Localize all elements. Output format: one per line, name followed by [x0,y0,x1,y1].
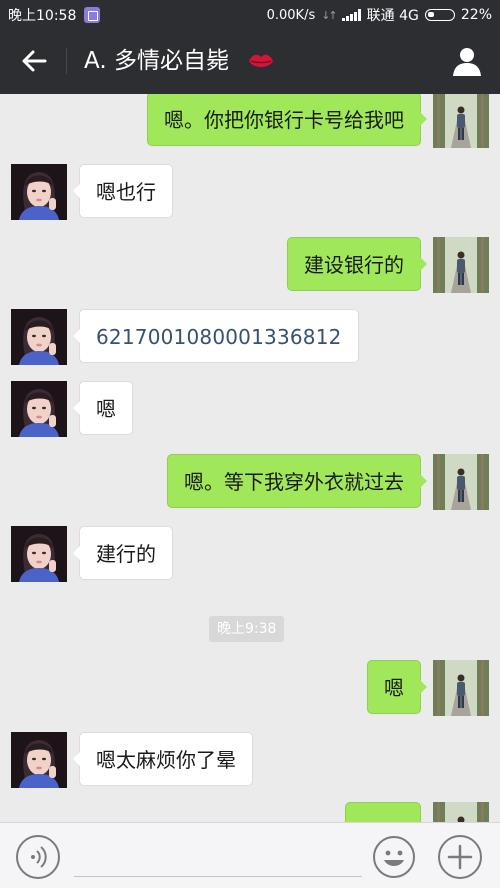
status-bar: 晚上10:58 0.00K/s ↓↑ 联通 4G 22% [0,0,500,28]
avatar-self[interactable] [433,660,489,716]
more-button[interactable] [438,835,482,879]
input-bar [0,822,500,888]
battery-percent: 22% [460,7,492,23]
message-bubble-received-number[interactable]: 6217001080001336812 [73,309,359,363]
message-list[interactable]: 嗯。你把你银行卡号给我吧 嗯也行 建设银行的 62170010800013368… [0,94,500,822]
message-bubble-sent[interactable]: 嗯 [367,660,427,714]
avatar-contact[interactable] [11,309,67,365]
message-bubble-sent[interactable]: 建设银行的 [287,237,427,291]
message-bubble-received[interactable]: 嗯太麻烦你了晕 [73,732,253,786]
message-bubble-received[interactable]: 建行的 [73,526,173,580]
emoji-button[interactable] [372,835,416,879]
voice-icon [31,846,47,868]
avatar-self[interactable] [433,237,489,293]
profile-button[interactable] [450,44,484,78]
message-bubble-received[interactable]: 嗯也行 [73,164,173,218]
plus-icon [447,844,473,870]
message-timestamp: 晚上9:38 [209,616,285,642]
avatar-contact[interactable] [11,381,67,437]
chat-header: A. 多情必自毙 [0,28,500,94]
voice-button[interactable] [16,835,60,879]
chat-title: A. 多情必自毙 [84,48,229,74]
header-divider [66,48,67,74]
avatar-self[interactable] [433,454,489,510]
signal-icon [341,9,361,21]
message-input[interactable] [74,843,362,877]
avatar-contact[interactable] [11,526,67,582]
lips-icon [249,54,273,67]
message-bubble-sent[interactable]: 嗯。等下我穿外衣就过去 [167,454,427,508]
message-bubble-sent[interactable]: 嗯。你把你银行卡号给我吧 [147,94,427,146]
network-speed: 0.00K/s [266,7,316,23]
app-notification-icon [84,7,101,23]
carrier-label: 联通 4G [366,8,419,24]
back-arrow-icon [22,50,47,72]
avatar-contact[interactable] [11,732,67,788]
battery-icon [424,9,455,21]
back-button[interactable] [14,42,54,80]
avatar-self[interactable] [433,94,489,148]
message-bubble-sent[interactable] [345,802,421,822]
message-bubble-received[interactable]: 嗯 [73,381,133,435]
avatar-contact[interactable] [11,164,67,220]
status-time: 晚上10:58 [8,8,77,24]
avatar-self[interactable] [433,802,489,822]
data-transfer-icon: ↓↑ [321,8,338,22]
